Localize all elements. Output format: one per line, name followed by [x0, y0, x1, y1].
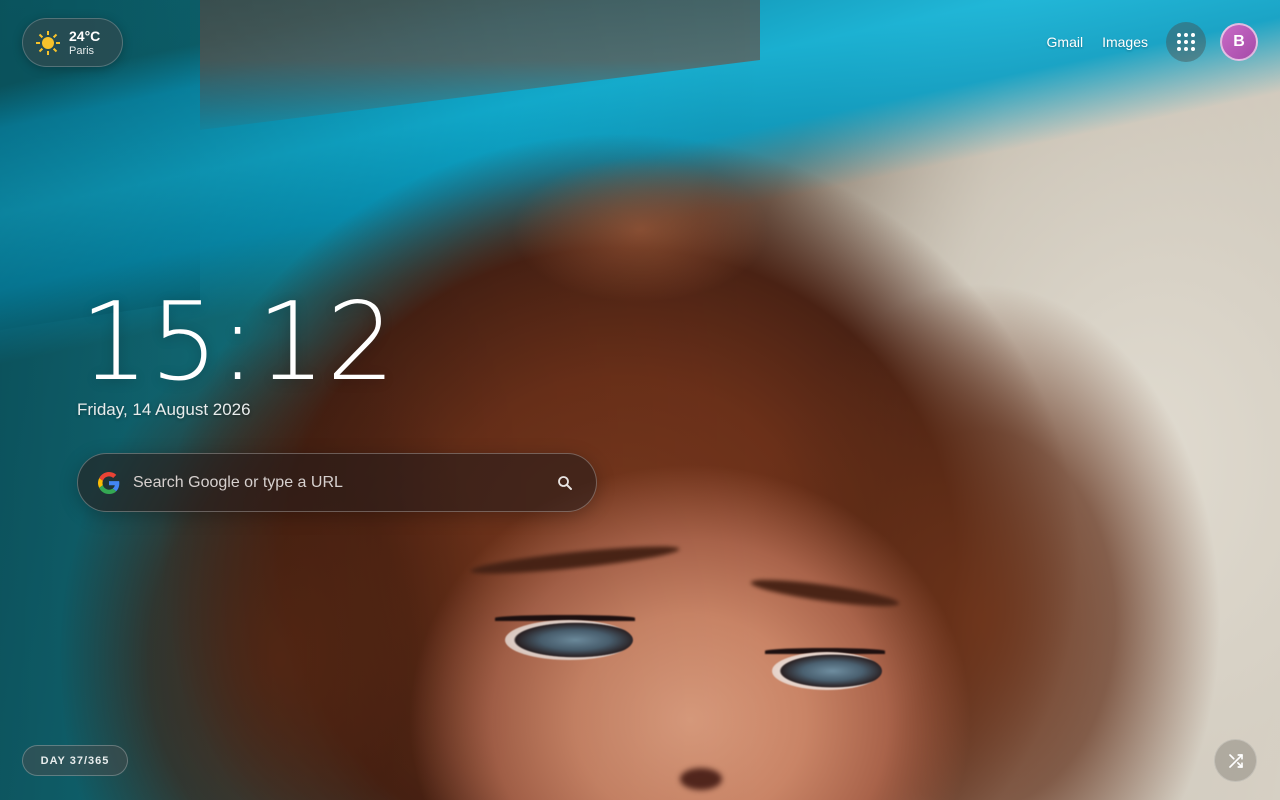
weather-widget[interactable]: 24°C Paris — [22, 18, 123, 67]
search-input[interactable] — [133, 473, 548, 492]
weather-city: Paris — [69, 44, 95, 57]
google-g-icon — [98, 471, 120, 494]
gmail-link[interactable]: Gmail — [1047, 34, 1084, 50]
images-link[interactable]: Images — [1102, 34, 1148, 50]
sun-icon — [36, 30, 60, 55]
clock-time: 15:12 — [80, 280, 397, 405]
new-tab-page: 24°C Paris Gmail Images B 15:12 Friday, … — [0, 0, 1280, 800]
shuffle-background-button[interactable] — [1214, 739, 1257, 782]
search-bar[interactable] — [77, 453, 597, 512]
avatar[interactable]: B — [1220, 23, 1258, 61]
shuffle-icon — [1228, 753, 1243, 768]
clock-date: Friday, 14 August 2026 — [77, 400, 251, 419]
apps-grid-icon — [1177, 33, 1195, 51]
weather-temperature: 24°C — [69, 27, 101, 44]
search-icon — [558, 475, 572, 490]
apps-button[interactable] — [1166, 22, 1206, 62]
header-nav: Gmail Images B — [1047, 22, 1258, 62]
search-button[interactable] — [548, 466, 582, 500]
day-counter-badge: DAY 37/365 — [22, 745, 128, 776]
